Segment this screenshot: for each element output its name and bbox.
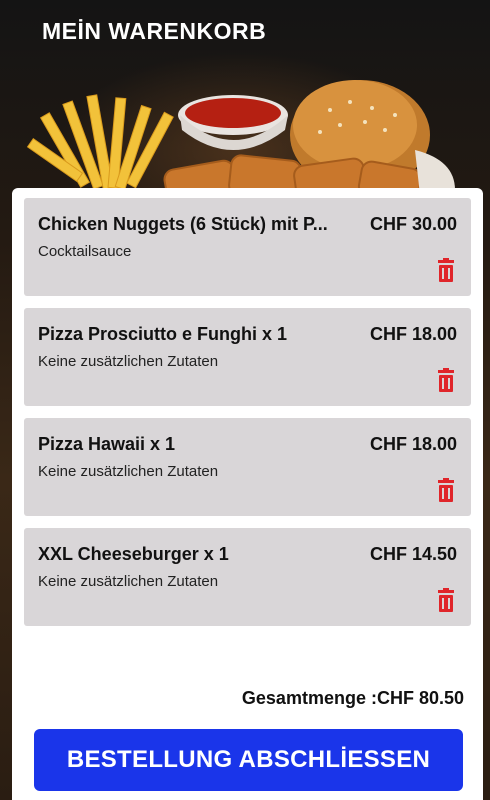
cart-item-note: Keine zusätzlichen Zutaten (38, 353, 219, 370)
cart-item-name: XXL Cheeseburger x 1 (38, 544, 229, 564)
trash-icon[interactable] (435, 368, 457, 392)
complete-order-button[interactable]: BESTELLUNG ABSCHLİESSEN (34, 729, 463, 791)
cart-item: XXL Cheeseburger x 1 CHF 14.50 Keine zus… (24, 528, 471, 626)
trash-icon[interactable] (435, 478, 457, 502)
cart-item: Pizza Hawaii x 1 CHF 18.00 Keine zusätzl… (24, 418, 471, 516)
trash-icon[interactable] (435, 258, 457, 282)
page-title: MEİN WARENKORB (42, 18, 267, 44)
cart-item-price: CHF 18.00 (369, 324, 457, 344)
cart-item-price: CHF 18.00 (369, 434, 457, 454)
cart-item-name: Pizza Prosciutto e Funghi x 1 (38, 324, 288, 344)
cart-item: Chicken Nuggets (6 Stück) mit P... CHF 3… (24, 198, 471, 296)
cart-total: Gesamtmenge :CHF 80.50 (241, 688, 464, 708)
cart-item-price: CHF 30.00 (369, 214, 457, 234)
food-banner-image (26, 80, 455, 195)
cart-item-price: CHF 14.50 (369, 544, 457, 564)
trash-icon[interactable] (435, 588, 457, 612)
cart-item-name: Pizza Hawaii x 1 (38, 434, 176, 454)
cart-item-name: Chicken Nuggets (6 Stück) mit P... (38, 214, 328, 234)
cart-item-note: Keine zusätzlichen Zutaten (38, 573, 219, 590)
cart-item-note: Keine zusätzlichen Zutaten (38, 463, 219, 480)
cart-item: Pizza Prosciutto e Funghi x 1 CHF 18.00 … (24, 308, 471, 406)
cart-item-note: Cocktailsauce (38, 243, 132, 260)
